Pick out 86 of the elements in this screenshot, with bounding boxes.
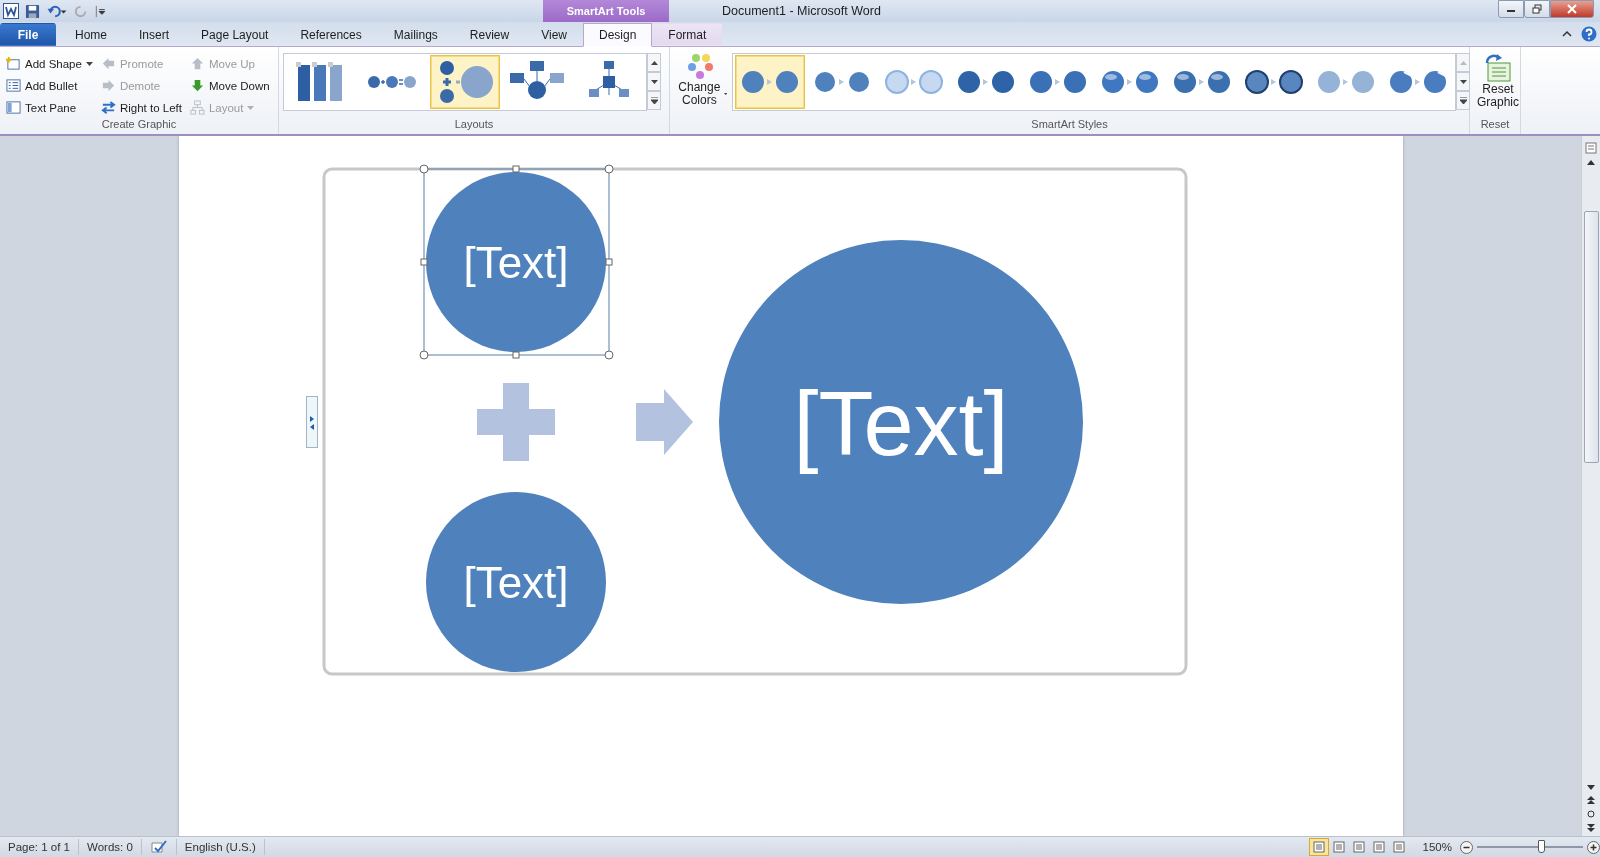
caret-icon xyxy=(723,92,728,96)
gallery-more-button[interactable] xyxy=(647,91,661,110)
layout-option[interactable] xyxy=(430,55,500,109)
group-label: Reset xyxy=(1479,118,1511,132)
zoom-level[interactable]: 150% xyxy=(1422,841,1452,853)
gallery-down-button[interactable] xyxy=(647,72,661,91)
help-icon[interactable] xyxy=(1581,26,1597,42)
shape-text: [Text] xyxy=(462,238,569,287)
ribbon-tab[interactable]: Insert xyxy=(123,23,186,46)
contextual-tab-header: SmartArt Tools xyxy=(543,0,669,22)
more-icon xyxy=(650,97,658,104)
input-shape[interactable] xyxy=(425,492,606,672)
caret-icon xyxy=(85,61,93,66)
page-view-icon xyxy=(1392,841,1405,853)
restore-icon xyxy=(1532,4,1542,14)
page-view-icon xyxy=(1372,841,1385,853)
caret-icon xyxy=(1459,79,1467,84)
shape-text: [Text] xyxy=(792,374,1009,474)
language-indicator[interactable]: English (U.S.) xyxy=(176,839,265,855)
change-colors-button[interactable]: Change Colors xyxy=(674,53,730,107)
browse-object-icon[interactable] xyxy=(1587,810,1595,818)
zoom-in-icon[interactable] xyxy=(1587,840,1600,854)
ribbon-button[interactable]: Add Shape xyxy=(4,53,95,74)
ribbon-tab[interactable]: References xyxy=(284,23,378,46)
scroll-thumb[interactable] xyxy=(1583,211,1599,463)
reset-graphic-icon xyxy=(1483,53,1513,83)
close-icon xyxy=(1566,4,1578,14)
right-arrow-icon xyxy=(100,78,116,93)
caret-icon xyxy=(650,79,658,84)
more-icon xyxy=(1459,97,1467,104)
up-caret-icon xyxy=(1459,60,1467,65)
ruler-icon[interactable] xyxy=(1585,142,1597,154)
scroll-up-icon[interactable] xyxy=(1587,160,1595,165)
add-bullet-icon xyxy=(6,78,21,93)
gallery-more-button[interactable] xyxy=(1456,91,1470,110)
ribbon-button[interactable]: Move Down xyxy=(187,75,272,96)
next-page-icon[interactable] xyxy=(1587,824,1595,832)
word-logo-icon[interactable] xyxy=(3,3,19,19)
gallery-down-button[interactable] xyxy=(1456,72,1470,91)
ribbon-tab[interactable]: Format xyxy=(652,23,723,46)
ribbon-tab[interactable]: View xyxy=(525,23,583,46)
ribbon-tab[interactable]: Design xyxy=(582,23,653,47)
close-button[interactable] xyxy=(1550,0,1594,18)
up-caret-icon xyxy=(650,60,658,65)
ribbon-button[interactable]: Right to Left xyxy=(98,97,184,118)
word-count[interactable]: Words: 0 xyxy=(79,839,142,855)
minimize-button[interactable] xyxy=(1498,0,1524,18)
add-shape-icon xyxy=(6,56,21,71)
caret-icon xyxy=(247,105,255,110)
left-arrow-icon xyxy=(100,56,116,71)
org-chart-icon xyxy=(189,100,205,115)
proofing-icon[interactable] xyxy=(149,840,168,854)
group-label: Layouts xyxy=(453,118,495,132)
page-view-icon xyxy=(1332,841,1345,853)
page-count[interactable]: Page: 1 of 1 xyxy=(0,839,80,855)
ribbon-tab[interactable]: Mailings xyxy=(377,23,454,46)
zoom-slider-thumb[interactable] xyxy=(1537,840,1545,853)
reset-graphic-button[interactable]: Reset Graphic xyxy=(1474,53,1522,109)
undo-icon[interactable] xyxy=(46,3,68,19)
customize-icon[interactable] xyxy=(95,3,107,19)
restore-button[interactable] xyxy=(1524,0,1550,18)
ribbon-tab[interactable]: Home xyxy=(59,23,123,46)
previous-page-icon[interactable] xyxy=(1587,796,1595,804)
collapse-ribbon-icon[interactable] xyxy=(1561,29,1573,39)
up-arrow-icon xyxy=(189,56,205,71)
page-view-icon xyxy=(1312,841,1325,853)
swap-arrows-icon xyxy=(100,100,116,115)
zoom-slider[interactable] xyxy=(1477,840,1583,854)
shape-text: [Text] xyxy=(462,558,569,607)
group-label: Create Graphic xyxy=(100,118,178,132)
zoom-out-icon[interactable] xyxy=(1460,840,1473,854)
ribbon-button[interactable]: Add Bullet xyxy=(4,75,95,96)
scroll-down-icon[interactable] xyxy=(1587,785,1595,790)
save-icon[interactable] xyxy=(25,3,40,19)
group-label: SmartArt Styles xyxy=(1030,118,1109,132)
ribbon-tab[interactable]: File xyxy=(0,23,56,46)
ribbon-button[interactable]: Text Pane xyxy=(4,97,95,118)
gallery-up-button[interactable] xyxy=(647,53,661,72)
page-view-icon xyxy=(1352,841,1365,853)
window-title: Document1 - Microsoft Word xyxy=(721,3,882,20)
text-pane-toggle[interactable] xyxy=(305,396,318,448)
ribbon-tab[interactable]: Page Layout xyxy=(185,23,285,46)
ribbon-tab[interactable]: Review xyxy=(453,23,526,46)
vertical-scrollbar[interactable] xyxy=(1581,136,1600,836)
text-pane-icon xyxy=(6,100,21,115)
result-shape[interactable] xyxy=(718,240,1083,604)
